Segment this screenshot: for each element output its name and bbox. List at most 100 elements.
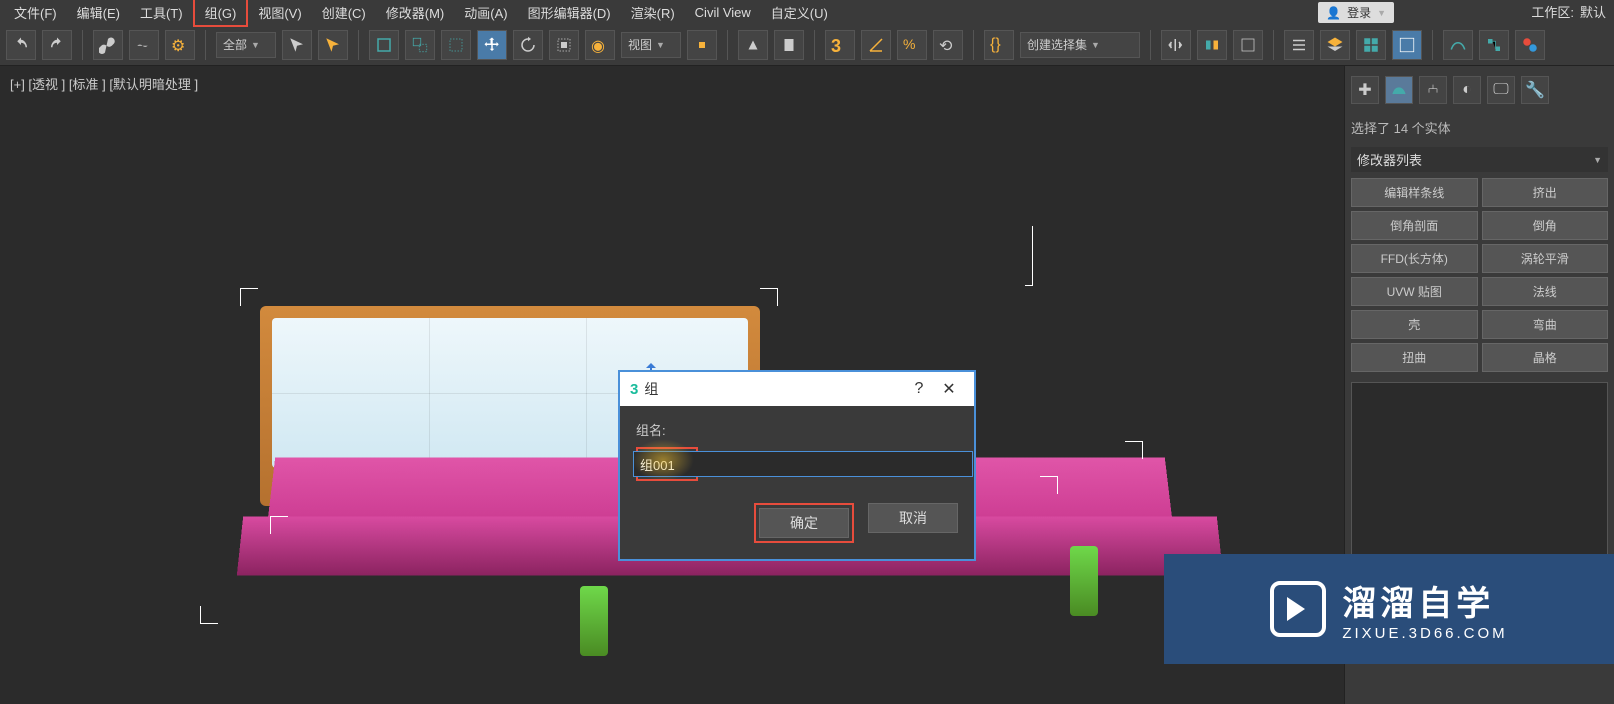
modifier-normal[interactable]: 法线 bbox=[1482, 277, 1609, 306]
selection-bracket bbox=[240, 288, 258, 306]
move-button[interactable] bbox=[477, 30, 507, 60]
menu-rendering[interactable]: 渲染(R) bbox=[621, 0, 685, 25]
login-button[interactable]: 👤 登录 ▼ bbox=[1318, 2, 1394, 23]
modifier-stack[interactable] bbox=[1351, 382, 1608, 582]
cancel-button[interactable]: 取消 bbox=[868, 503, 958, 533]
menu-tools[interactable]: 工具(T) bbox=[130, 0, 193, 25]
watermark-cn: 溜溜自学 bbox=[1342, 576, 1507, 625]
modifier-turbosmooth[interactable]: 涡轮平滑 bbox=[1482, 244, 1609, 273]
rect-select-icon[interactable] bbox=[369, 30, 399, 60]
angle-snap-button[interactable] bbox=[861, 30, 891, 60]
select-by-name-button[interactable] bbox=[318, 30, 348, 60]
dialog-titlebar[interactable]: 3 组 ? ✕ bbox=[620, 372, 974, 406]
modifier-uvw-map[interactable]: UVW 贴图 bbox=[1351, 277, 1478, 306]
modifier-twist[interactable]: 扭曲 bbox=[1351, 343, 1478, 372]
modifier-ffd-box[interactable]: FFD(长方体) bbox=[1351, 244, 1478, 273]
app-icon: 3 bbox=[630, 381, 638, 398]
chevron-down-icon: ▼ bbox=[1377, 8, 1386, 18]
paint-select-button[interactable] bbox=[441, 30, 471, 60]
layer-manager-button[interactable] bbox=[1320, 30, 1350, 60]
close-button[interactable]: ✕ bbox=[934, 379, 964, 399]
separator bbox=[727, 30, 728, 60]
menu-file[interactable]: 文件(F) bbox=[4, 0, 67, 25]
layer-explorer-button[interactable] bbox=[1284, 30, 1314, 60]
display-tab[interactable]: 🖵 bbox=[1487, 76, 1515, 104]
modifier-extrude[interactable]: 挤出 bbox=[1482, 178, 1609, 207]
input-highlight bbox=[636, 447, 698, 481]
chevron-down-icon: ▼ bbox=[1593, 155, 1602, 165]
keyboard-shortcut-button[interactable] bbox=[774, 30, 804, 60]
menu-customize[interactable]: 自定义(U) bbox=[761, 0, 838, 25]
create-tab[interactable]: ✚ bbox=[1351, 76, 1379, 104]
modifier-bend[interactable]: 弯曲 bbox=[1482, 310, 1609, 339]
utilities-tab[interactable]: 🔧 bbox=[1521, 76, 1549, 104]
scale-button[interactable] bbox=[549, 30, 579, 60]
menu-edit[interactable]: 编辑(E) bbox=[67, 0, 130, 25]
viewport-label[interactable]: [+] [透视 ] [标准 ] [默认明暗处理 ] bbox=[10, 74, 198, 93]
workspace-label: 工作区: bbox=[1531, 2, 1574, 21]
schematic-view-button[interactable] bbox=[1479, 30, 1509, 60]
modifier-shell[interactable]: 壳 bbox=[1351, 310, 1478, 339]
help-button[interactable]: ? bbox=[904, 380, 934, 398]
spinner-snap-button[interactable]: ⟲ bbox=[933, 30, 963, 60]
workspace-selector[interactable]: 工作区: 默认 bbox=[1531, 2, 1606, 21]
watermark-en: ZIXUE.3D66.COM bbox=[1342, 625, 1507, 642]
bed-leg bbox=[580, 586, 608, 656]
selection-bracket bbox=[1025, 226, 1033, 286]
reference-coord-dropdown[interactable]: 视图▼ bbox=[621, 32, 681, 58]
edit-selection-set-button[interactable]: {} bbox=[984, 30, 1014, 60]
undo-button[interactable] bbox=[6, 30, 36, 60]
modify-tab[interactable] bbox=[1385, 76, 1413, 104]
menu-graph-editors[interactable]: 图形编辑器(D) bbox=[518, 0, 621, 25]
menu-animation[interactable]: 动画(A) bbox=[454, 0, 517, 25]
snap-button[interactable]: 3 bbox=[825, 30, 855, 60]
workspace-value: 默认 bbox=[1580, 2, 1606, 21]
separator bbox=[205, 30, 206, 60]
percent-snap-button[interactable]: % bbox=[897, 30, 927, 60]
menu-group[interactable]: 组(G) bbox=[193, 0, 249, 27]
selection-filter-dropdown[interactable]: 全部▼ bbox=[216, 32, 276, 58]
command-panel-tabs: ✚ ◐ 🖵 🔧 bbox=[1351, 72, 1608, 114]
rotate-button[interactable] bbox=[513, 30, 543, 60]
separator bbox=[82, 30, 83, 60]
group-name-input[interactable] bbox=[633, 451, 973, 477]
modifier-chamfer[interactable]: 倒角 bbox=[1482, 211, 1609, 240]
modifier-edit-spline[interactable]: 编辑样条线 bbox=[1351, 178, 1478, 207]
curve-editor-button[interactable] bbox=[1392, 30, 1422, 60]
unlink-button[interactable] bbox=[129, 30, 159, 60]
separator bbox=[358, 30, 359, 60]
manipulate-button[interactable] bbox=[738, 30, 768, 60]
mirror-button[interactable] bbox=[1161, 30, 1191, 60]
ribbon-button[interactable] bbox=[1356, 30, 1386, 60]
redo-button[interactable] bbox=[42, 30, 72, 60]
menu-modifiers[interactable]: 修改器(M) bbox=[376, 0, 455, 25]
watermark: 溜溜自学 ZIXUE.3D66.COM bbox=[1164, 554, 1614, 664]
selection-set-dropdown[interactable]: 创建选择集▼ bbox=[1020, 32, 1140, 58]
align-button[interactable] bbox=[1197, 30, 1227, 60]
modifier-lattice[interactable]: 晶格 bbox=[1482, 343, 1609, 372]
modifier-list-dropdown[interactable]: 修改器列表 ▼ bbox=[1351, 147, 1608, 172]
ok-button[interactable]: 确定 bbox=[759, 508, 849, 538]
menu-create[interactable]: 创建(C) bbox=[312, 0, 376, 25]
window-crossing-button[interactable] bbox=[405, 30, 435, 60]
selection-bracket bbox=[1040, 476, 1058, 494]
separator bbox=[1273, 30, 1274, 60]
modifier-chamfer-profile[interactable]: 倒角剖面 bbox=[1351, 211, 1478, 240]
pivot-button[interactable] bbox=[687, 30, 717, 60]
hierarchy-tab[interactable] bbox=[1419, 76, 1447, 104]
menu-view[interactable]: 视图(V) bbox=[248, 0, 311, 25]
select-button[interactable] bbox=[282, 30, 312, 60]
bind-button[interactable]: ⚙ bbox=[165, 30, 195, 60]
login-label: 登录 bbox=[1347, 4, 1371, 21]
menu-civil-view[interactable]: Civil View bbox=[685, 2, 761, 23]
material-editor-button[interactable] bbox=[1515, 30, 1545, 60]
link-button[interactable] bbox=[93, 30, 123, 60]
play-icon bbox=[1270, 581, 1326, 637]
bed-leg bbox=[1070, 546, 1098, 616]
placement-button[interactable]: ◉ bbox=[585, 30, 615, 60]
toggle-scene-button[interactable] bbox=[1233, 30, 1263, 60]
track-view-button[interactable] bbox=[1443, 30, 1473, 60]
selection-bracket bbox=[760, 288, 778, 306]
main-toolbar: ⚙ 全部▼ ◉ 视图▼ 3 % ⟲ {} 创建选择集▼ bbox=[0, 24, 1614, 66]
motion-tab[interactable]: ◐ bbox=[1453, 76, 1481, 104]
